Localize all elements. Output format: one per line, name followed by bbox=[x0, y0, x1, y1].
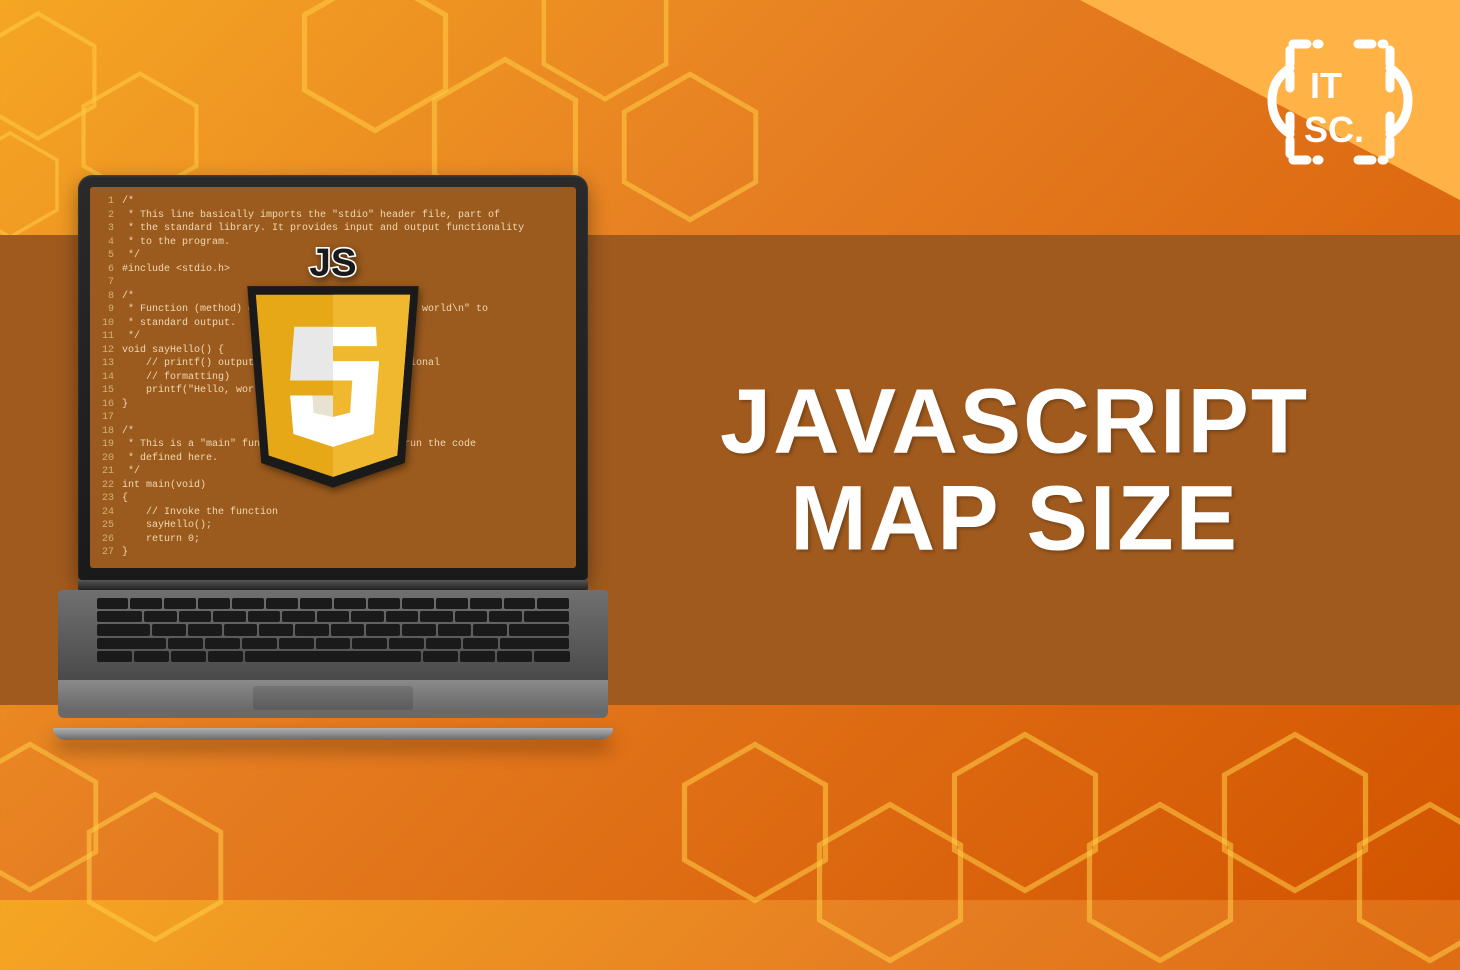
laptop-front-edge bbox=[53, 728, 613, 740]
laptop-screen: 1/*2 * This line basically imports the "… bbox=[90, 187, 576, 568]
laptop-hinge bbox=[78, 580, 588, 590]
laptop-trackpad bbox=[253, 686, 413, 710]
laptop-base bbox=[58, 590, 608, 728]
code-line: 1/* bbox=[96, 195, 570, 209]
code-line: 25 sayHello(); bbox=[96, 519, 570, 533]
svg-text:SC.: SC. bbox=[1304, 109, 1364, 150]
brand-logo: IT SC. bbox=[1260, 28, 1420, 183]
code-line: 3 * the standard library. It provides in… bbox=[96, 222, 570, 236]
laptop-keyboard bbox=[58, 590, 608, 680]
code-line: 2 * This line basically imports the "std… bbox=[96, 209, 570, 223]
svg-text:IT: IT bbox=[1310, 65, 1342, 106]
laptop-palmrest bbox=[58, 680, 608, 718]
laptop-bezel: 1/*2 * This line basically imports the "… bbox=[78, 175, 588, 580]
title-line-2: MAP SIZE bbox=[720, 470, 1309, 567]
title-line-1: JAVASCRIPT bbox=[720, 373, 1309, 470]
code-line: 27} bbox=[96, 546, 570, 560]
laptop-illustration: 1/*2 * This line basically imports the "… bbox=[78, 175, 613, 740]
code-line: 24 // Invoke the function bbox=[96, 506, 570, 520]
code-line: 26 return 0; bbox=[96, 533, 570, 547]
itsc-logo-icon: IT SC. bbox=[1260, 28, 1420, 178]
js-badge-label: JS bbox=[309, 243, 356, 284]
page-title: JAVASCRIPT MAP SIZE bbox=[720, 373, 1309, 566]
js-badge: JS bbox=[226, 243, 441, 502]
